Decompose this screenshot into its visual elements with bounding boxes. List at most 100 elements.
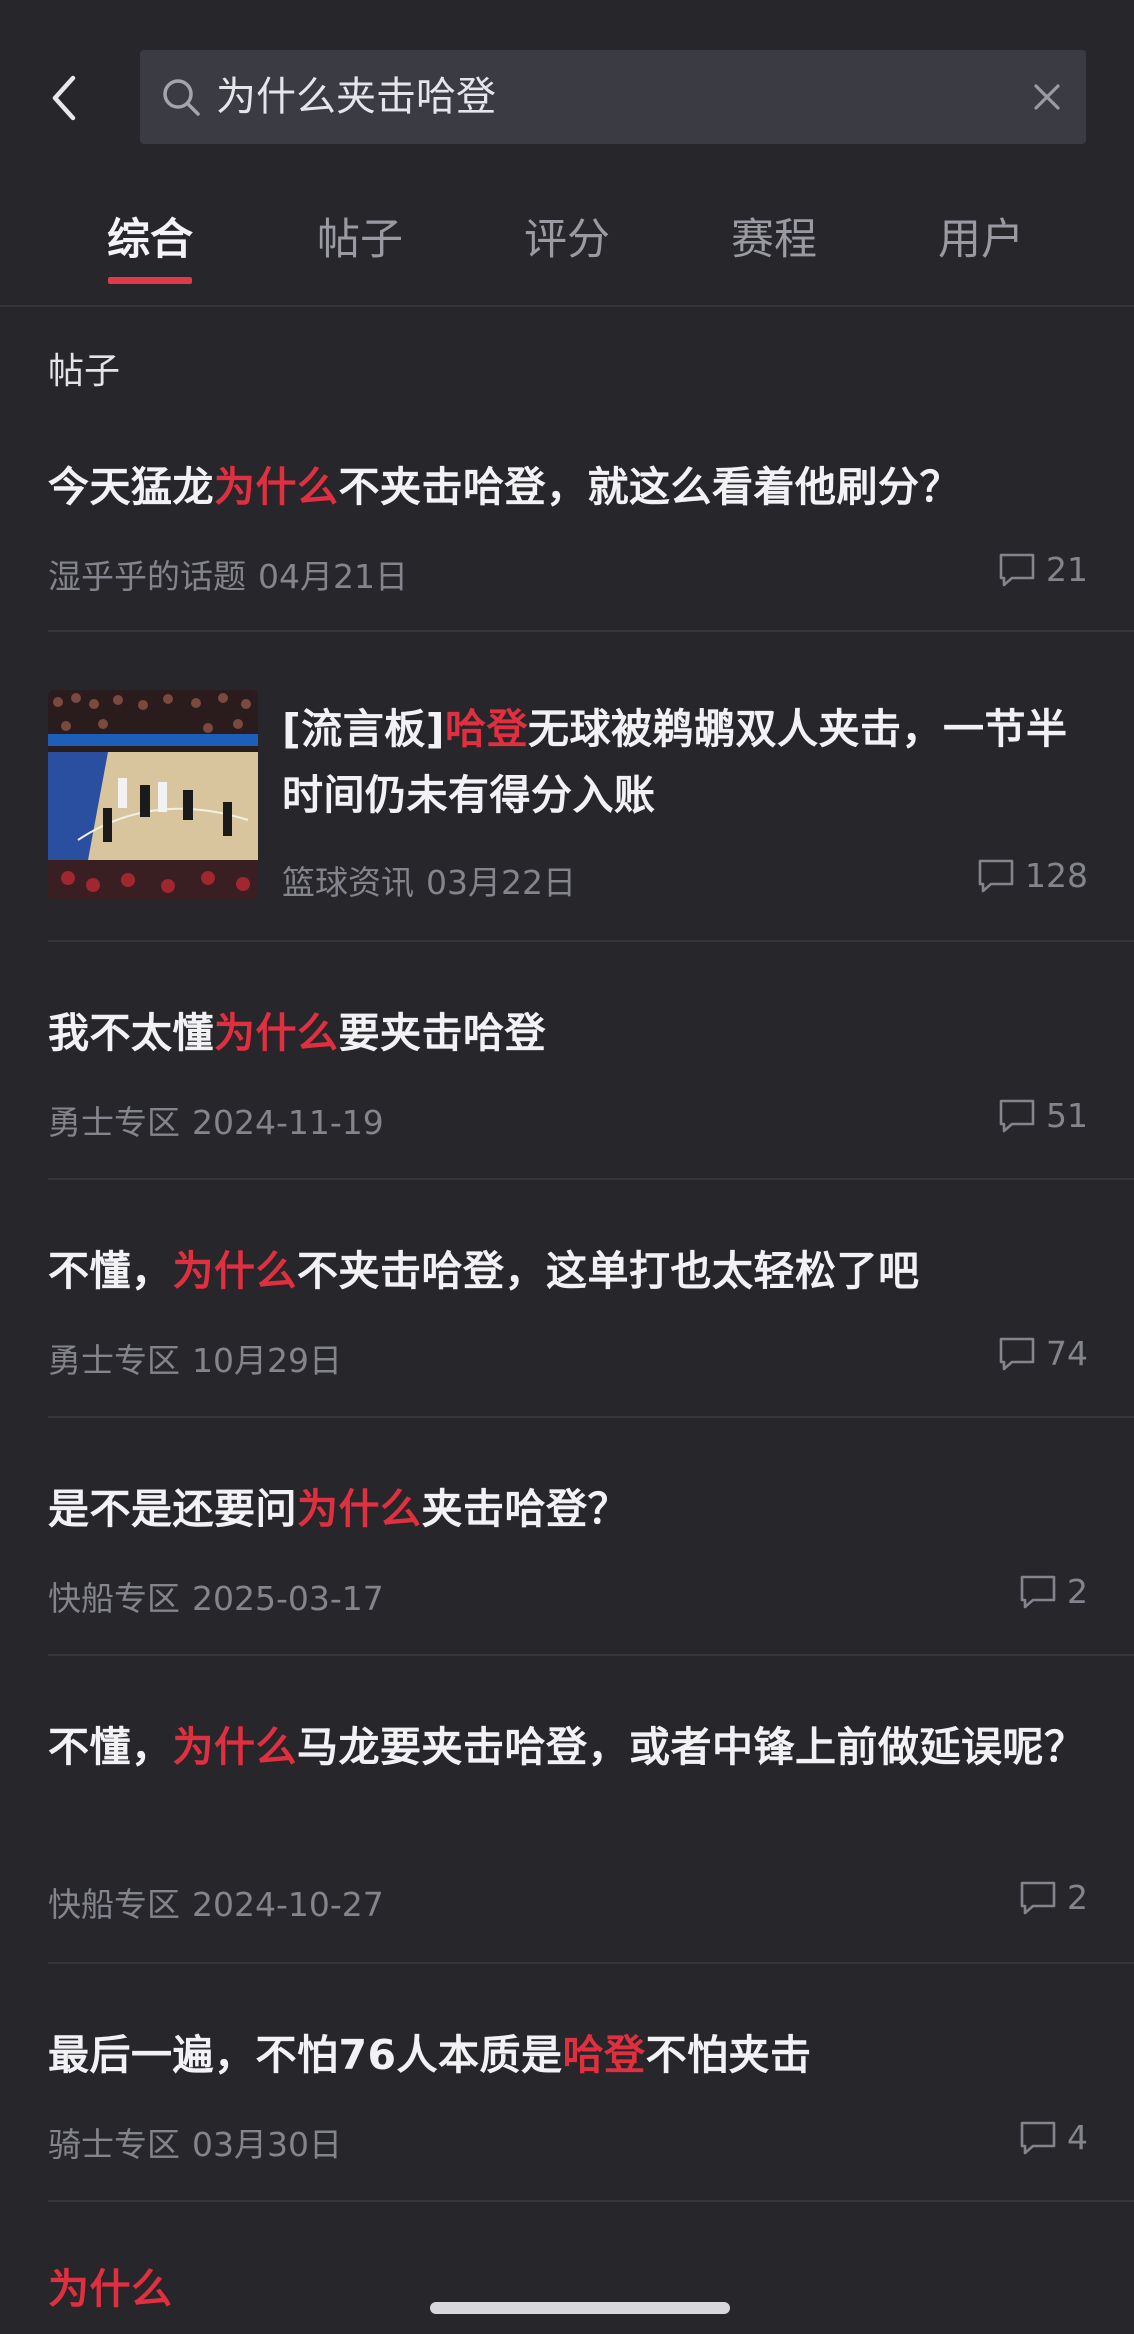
comment-count: 74 bbox=[998, 1334, 1088, 1373]
comment-count-value: 128 bbox=[1025, 856, 1088, 895]
post-source: 骑士专区 bbox=[48, 2125, 180, 2164]
comment-count-value: 4 bbox=[1067, 2118, 1088, 2157]
highlighted-keyword: 哈登 bbox=[444, 705, 528, 753]
tab-ratings[interactable]: 评分 bbox=[487, 210, 647, 280]
title-segment: 今天猛龙 bbox=[48, 463, 214, 511]
highlighted-keyword: 为什么 bbox=[172, 1723, 297, 1771]
comment-count: 2 bbox=[1019, 1878, 1088, 1917]
comment-icon bbox=[1020, 1881, 1056, 1914]
divider bbox=[48, 630, 1134, 632]
post-source: 勇士专区 bbox=[48, 1103, 180, 1142]
post-title: 不懂，为什么不夹击哈登，这单打也太轻松了吧 bbox=[48, 1238, 1088, 1304]
chevron-left-icon bbox=[52, 75, 76, 121]
post-item[interactable]: 最后一遍，不怕76人本质是哈登不怕夹击 骑士专区 03月30日 4 bbox=[48, 2022, 1088, 2172]
comment-count: 4 bbox=[1019, 2118, 1088, 2157]
comment-icon bbox=[999, 1337, 1035, 1370]
post-source: 湿乎乎的话题 bbox=[48, 557, 246, 596]
post-title: 我不太懂为什么要夹击哈登 bbox=[48, 1000, 1088, 1066]
post-date: 04月21日 bbox=[258, 557, 408, 596]
divider bbox=[48, 1416, 1134, 1418]
post-meta: 湿乎乎的话题 04月21日 bbox=[48, 550, 408, 598]
title-segment: 马龙要夹击哈登，或者中锋上前做延误呢？ bbox=[297, 1723, 1086, 1771]
highlighted-keyword: 为什么 bbox=[214, 1009, 339, 1057]
post-date: 2024-10-27 bbox=[192, 1885, 384, 1924]
divider bbox=[0, 305, 1134, 307]
tab-label: 综合 bbox=[107, 215, 193, 265]
section-title: 帖子 bbox=[48, 351, 121, 392]
divider bbox=[48, 1962, 1134, 1964]
divider bbox=[48, 2200, 1134, 2202]
post-item[interactable]: 不懂，为什么马龙要夹击哈登，或者中锋上前做延误呢？ 快船专区 2024-10-27… bbox=[48, 1714, 1088, 1934]
post-meta: 快船专区 2024-10-27 bbox=[48, 1878, 384, 1926]
post-date: 10月29日 bbox=[192, 1341, 342, 1380]
title-segment: 不夹击哈登，这单打也太轻松了吧 bbox=[297, 1247, 920, 1295]
back-button[interactable] bbox=[40, 70, 88, 126]
post-thumbnail bbox=[48, 690, 258, 900]
tab-comprehensive[interactable]: 综合 bbox=[70, 210, 230, 284]
title-segment: 不懂， bbox=[48, 1247, 173, 1295]
post-title: 今天猛龙为什么不夹击哈登，就这么看着他刷分？ bbox=[48, 454, 1088, 520]
comment-icon bbox=[978, 859, 1014, 892]
close-icon[interactable] bbox=[1022, 72, 1072, 122]
post-meta: 骑士专区 03月30日 bbox=[48, 2118, 342, 2166]
highlighted-keyword: 为什么 bbox=[214, 463, 339, 511]
tab-bar: 综合 帖子 评分 赛程 用户 bbox=[0, 190, 1134, 306]
title-segment: 不怕夹击 bbox=[645, 2031, 812, 2079]
tab-schedule[interactable]: 赛程 bbox=[694, 210, 854, 280]
divider bbox=[48, 1178, 1134, 1180]
divider bbox=[48, 940, 1134, 942]
search-query-text: 为什么夹击哈登 bbox=[216, 74, 496, 120]
post-meta: 勇士专区 10月29日 bbox=[48, 1334, 342, 1382]
comment-icon bbox=[1020, 1575, 1056, 1608]
comment-icon bbox=[1020, 2121, 1056, 2154]
post-source: 快船专区 bbox=[48, 1579, 180, 1618]
title-segment: 要夹击哈登 bbox=[338, 1009, 546, 1057]
tab-label: 评分 bbox=[524, 215, 610, 265]
comment-count-value: 51 bbox=[1046, 1096, 1088, 1135]
post-meta: 篮球资讯 03月22日 bbox=[282, 856, 576, 904]
title-segment: 不夹击哈登，就这么看着他刷分？ bbox=[338, 463, 961, 511]
post-item[interactable]: [流言板]哈登无球被鹈鹕双人夹击，一节半时间仍未有得分入账 篮球资讯 03月22日… bbox=[48, 690, 1088, 910]
post-item[interactable]: 不懂，为什么不夹击哈登，这单打也太轻松了吧 勇士专区 10月29日 74 bbox=[48, 1238, 1088, 1388]
title-segment: 是不是还要问 bbox=[48, 1485, 297, 1533]
post-date: 2025-03-17 bbox=[192, 1579, 384, 1618]
title-segment: 我不太懂 bbox=[48, 1009, 214, 1057]
tab-label: 赛程 bbox=[731, 215, 817, 265]
comment-count-value: 21 bbox=[1046, 550, 1088, 589]
post-title: 是不是还要问为什么夹击哈登？ bbox=[48, 1476, 1088, 1542]
post-meta: 快船专区 2025-03-17 bbox=[48, 1572, 384, 1620]
post-title: 最后一遍，不怕76人本质是哈登不怕夹击 bbox=[48, 2022, 1088, 2088]
comment-count-value: 2 bbox=[1067, 1572, 1088, 1611]
post-item[interactable]: 是不是还要问为什么夹击哈登？ 快船专区 2025-03-17 2 bbox=[48, 1476, 1088, 1626]
post-item[interactable]: 今天猛龙为什么不夹击哈登，就这么看着他刷分？ 湿乎乎的话题 04月21日 21 bbox=[48, 454, 1088, 604]
post-date: 2024-11-19 bbox=[192, 1103, 384, 1142]
post-source: 篮球资讯 bbox=[282, 863, 414, 902]
title-segment: 夹击哈登？ bbox=[421, 1485, 629, 1533]
comment-count-value: 74 bbox=[1046, 1334, 1088, 1373]
comment-count: 128 bbox=[977, 856, 1088, 895]
post-title: [流言板]哈登无球被鹈鹕双人夹击，一节半时间仍未有得分入账 bbox=[282, 696, 1102, 828]
title-segment: 最后一遍，不怕76人本质是 bbox=[48, 2031, 563, 2079]
highlighted-keyword: 为什么 bbox=[297, 1485, 422, 1533]
post-item[interactable]: 我不太懂为什么要夹击哈登 勇士专区 2024-11-19 51 bbox=[48, 1000, 1088, 1150]
comment-icon bbox=[999, 553, 1035, 586]
tab-label: 帖子 bbox=[317, 215, 403, 265]
tab-posts[interactable]: 帖子 bbox=[280, 210, 440, 280]
title-segment: [流言板] bbox=[282, 705, 445, 753]
highlighted-keyword: 哈登 bbox=[562, 2031, 646, 2079]
divider bbox=[48, 1654, 1134, 1656]
top-bar: 为什么夹击哈登 bbox=[0, 0, 1134, 190]
tab-label: 用户 bbox=[938, 215, 1024, 265]
post-meta: 勇士专区 2024-11-19 bbox=[48, 1096, 384, 1144]
post-title: 不懂，为什么马龙要夹击哈登，或者中锋上前做延误呢？ bbox=[48, 1714, 1088, 1780]
search-input[interactable]: 为什么夹击哈登 bbox=[140, 50, 1086, 144]
post-source: 快船专区 bbox=[48, 1885, 180, 1924]
home-indicator bbox=[430, 2302, 730, 2314]
highlighted-keyword: 为什么 bbox=[48, 2265, 173, 2313]
comment-count: 51 bbox=[998, 1096, 1088, 1135]
tab-users[interactable]: 用户 bbox=[901, 210, 1061, 280]
post-date: 03月22日 bbox=[426, 863, 576, 902]
comment-count: 21 bbox=[998, 550, 1088, 589]
comment-icon bbox=[999, 1099, 1035, 1132]
post-date: 03月30日 bbox=[192, 2125, 342, 2164]
